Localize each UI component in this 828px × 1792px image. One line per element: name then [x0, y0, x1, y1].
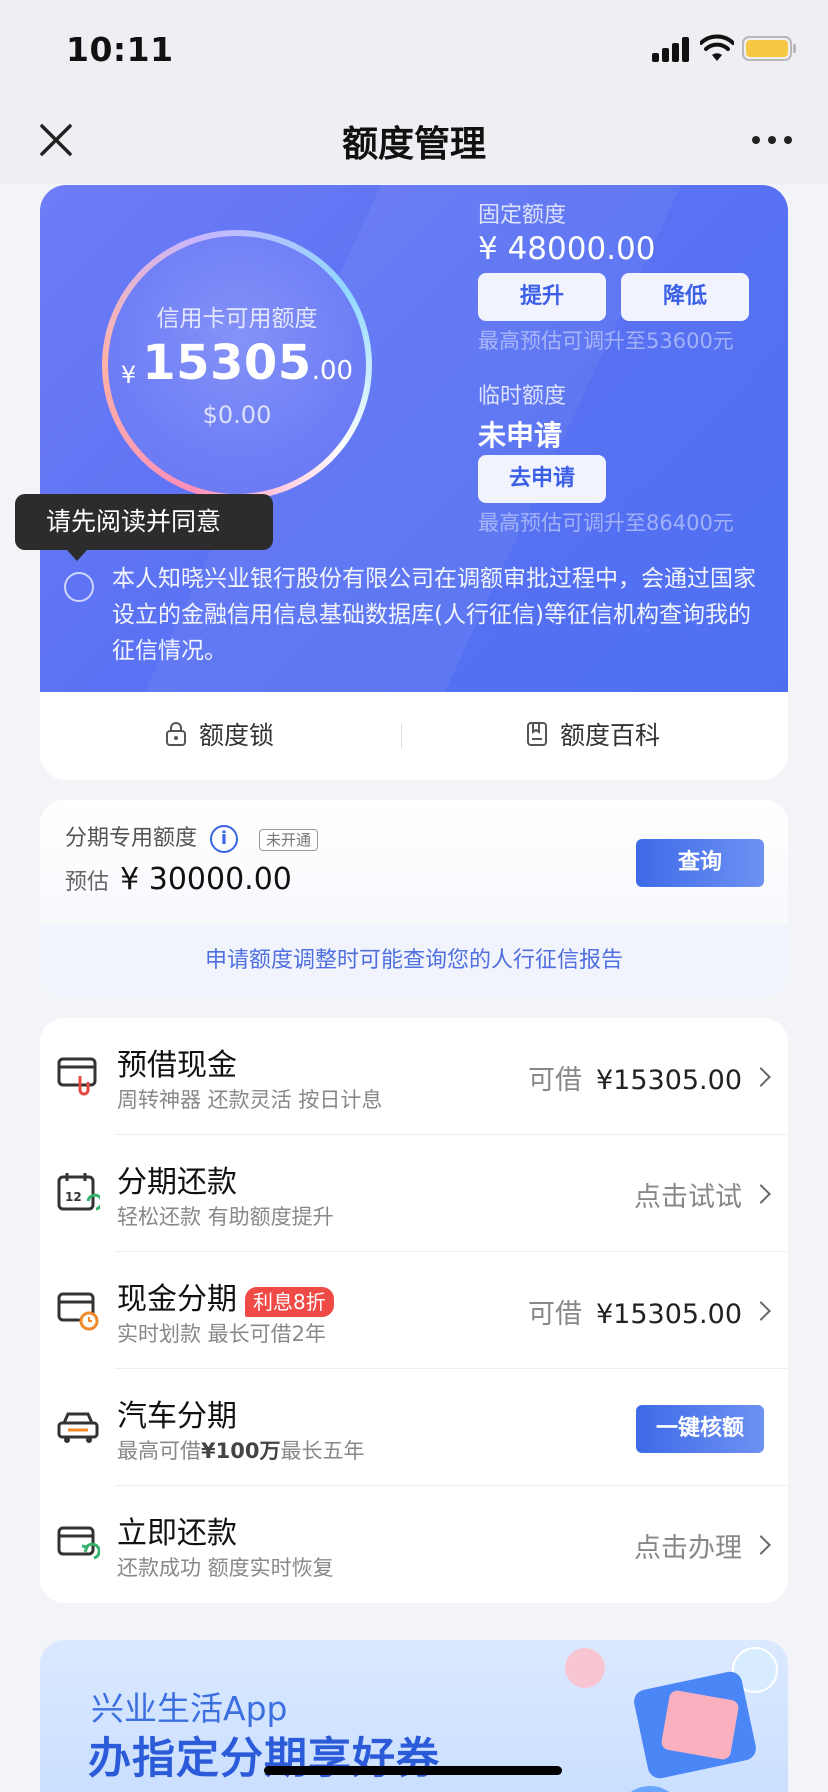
calendar-installment-icon: 12	[57, 1173, 100, 1211]
installment-amount: ¥ 30000.00	[120, 862, 292, 897]
credit-limit-panel: 信用卡可用额度 ¥15305.00 $0.00 固定额度 ¥ 48000.00 …	[40, 185, 788, 745]
agreement-checkbox[interactable]	[64, 572, 94, 602]
temp-limit-hint: 最高预估可调升至86400元	[478, 511, 734, 535]
raise-limit-button[interactable]: 提升	[478, 273, 606, 321]
row-title: 汽车分期	[117, 1399, 237, 1434]
right-value: ¥15305.00	[595, 1299, 742, 1330]
page-title: 额度管理	[341, 124, 486, 165]
agreement-text: 本人知晓兴业银行股份有限公司在调额审批过程中，会通过国家设立的金融信用信息基础数…	[112, 566, 756, 664]
service-list: 预借现金 周转神器 还款灵活 按日计息 可借 ¥15305.00 12 分期还款 …	[40, 1018, 788, 1603]
list-item-car-loan[interactable]: 汽车分期 最高可借¥100万最长五年 一键核额	[40, 1369, 788, 1486]
agreement-tooltip: 请先阅读并同意	[15, 494, 273, 550]
car-icon	[57, 1412, 99, 1443]
subtitle-bold: ¥100万	[201, 1439, 281, 1463]
right-label: 点击办理	[634, 1533, 742, 1564]
available-secondary: $0.00	[202, 401, 272, 429]
tab-limit-lock[interactable]: 额度锁	[165, 692, 274, 780]
temp-limit-status: 未申请	[478, 419, 563, 452]
row-subtitle: 实时划款 最长可借2年	[117, 1322, 327, 1346]
currency-symbol: ¥	[120, 360, 137, 389]
list-item-repay-now[interactable]: 立即还款 还款成功 额度实时恢复 点击办理	[40, 1486, 788, 1603]
tab-limit-wiki-label: 额度百科	[560, 721, 661, 750]
estimate-prefix: 预估	[65, 870, 110, 895]
credit-report-notice: 申请额度调整时可能查询您的人行征信报告	[40, 925, 788, 997]
chevron-right-icon	[751, 1535, 771, 1555]
available-dec: .00	[311, 356, 354, 386]
installment-label-row: 分期专用额度 i 未开通	[65, 820, 319, 853]
chevron-right-icon	[751, 1301, 771, 1321]
row-title: 现金分期 利息8折	[117, 1274, 334, 1318]
row-title-text: 现金分期	[117, 1282, 237, 1317]
row-subtitle: 还款成功 额度实时恢复	[117, 1556, 334, 1580]
list-item-cash-installment[interactable]: 现金分期 利息8折 实时划款 最长可借2年 可借 ¥15305.00	[40, 1252, 788, 1369]
svg-text:12: 12	[65, 1190, 82, 1204]
right-value: ¥15305.00	[595, 1065, 742, 1096]
cellular-signal-icon	[652, 36, 690, 62]
row-right: 可借 ¥15305.00	[528, 1058, 742, 1097]
list-item-installment-repay[interactable]: 12 分期还款 轻松还款 有助额度提升 点击试试	[40, 1135, 788, 1252]
fixed-limit-label: 固定额度	[478, 203, 567, 228]
right-label: 可借	[527, 1065, 582, 1096]
battery-icon	[742, 36, 792, 61]
available-limit: ¥15305.00	[102, 335, 372, 391]
fixed-limit-amount: ¥ 48000.00	[478, 231, 656, 267]
tooltip-arrow	[66, 549, 88, 561]
home-indicator	[264, 1766, 562, 1775]
tab-limit-lock-label: 额度锁	[199, 721, 275, 750]
book-icon	[527, 722, 547, 746]
list-item-cash-advance[interactable]: 预借现金 周转神器 还款灵活 按日计息 可借 ¥15305.00	[40, 1018, 788, 1135]
installment-label: 分期专用额度	[65, 826, 198, 851]
right-label: 点击试试	[634, 1182, 742, 1213]
row-title: 分期还款	[117, 1165, 237, 1200]
tab-divider	[401, 724, 402, 748]
cash-advance-icon	[57, 1057, 97, 1096]
tab-limit-wiki[interactable]: 额度百科	[526, 692, 660, 780]
row-subtitle: 轻松还款 有助额度提升	[117, 1205, 334, 1229]
lock-icon	[166, 722, 186, 746]
installment-estimate: 预估 ¥ 30000.00	[65, 862, 292, 897]
cash-installment-icon	[57, 1292, 99, 1331]
gift-box-illustration	[565, 1647, 778, 1792]
installment-limit-panel: 分期专用额度 i 未开通 预估 ¥ 30000.00 查询	[40, 800, 788, 925]
wifi-icon	[700, 34, 734, 61]
banner-line1: 兴业生活App	[91, 1689, 288, 1728]
discount-badge: 利息8折	[245, 1287, 334, 1317]
banner-line2: 办指定分期享好券	[88, 1734, 440, 1784]
tab-row: 额度锁 额度百科	[40, 692, 788, 780]
status-time: 10:11	[66, 30, 174, 69]
query-button[interactable]: 查询	[636, 839, 764, 887]
row-right: 可借 ¥15305.00	[528, 1292, 742, 1331]
subtitle-pre: 最高可借	[117, 1439, 201, 1463]
fixed-limit-hint: 最高预估可调升至53600元	[478, 329, 734, 353]
subtitle-post: 最长五年	[280, 1439, 365, 1463]
row-title: 立即还款	[117, 1516, 237, 1551]
more-icon[interactable]	[752, 136, 792, 146]
ring-label: 信用卡可用额度	[156, 306, 318, 332]
installment-limit-card: 分期专用额度 i 未开通 预估 ¥ 30000.00 查询 申请额度调整时可能查…	[40, 800, 788, 997]
apply-temp-limit-button[interactable]: 去申请	[478, 455, 606, 503]
right-label: 可借	[527, 1299, 582, 1330]
chevron-right-icon	[751, 1067, 771, 1087]
row-subtitle: 最高可借¥100万最长五年	[117, 1435, 364, 1465]
quick-check-button[interactable]: 一键核额	[636, 1405, 764, 1453]
row-title: 预借现金	[117, 1048, 237, 1083]
repay-icon	[57, 1526, 100, 1560]
battery-tip	[793, 44, 796, 53]
credit-limit-card: 信用卡可用额度 ¥15305.00 $0.00 固定额度 ¥ 48000.00 …	[40, 185, 788, 780]
status-tag: 未开通	[259, 829, 319, 851]
available-int: 15305	[142, 335, 312, 391]
info-icon[interactable]: i	[210, 825, 239, 853]
lower-limit-button[interactable]: 降低	[621, 273, 749, 321]
temp-limit-label: 临时额度	[478, 384, 567, 409]
row-subtitle: 周转神器 还款灵活 按日计息	[117, 1088, 383, 1112]
chevron-right-icon	[751, 1184, 771, 1204]
